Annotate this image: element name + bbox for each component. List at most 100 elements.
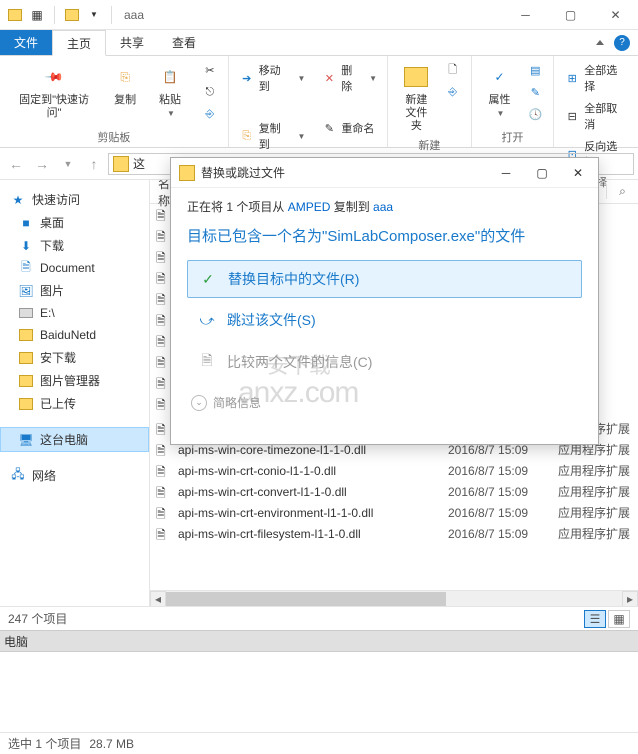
new-folder-button[interactable]: 新建 文件夹 — [394, 60, 439, 135]
dialog-maximize-button[interactable]: ▢ — [530, 166, 554, 180]
new-folder-icon — [401, 62, 431, 92]
title-bar: ▦ ▼ aaa ─ ▢ ✕ — [0, 0, 638, 30]
network-icon: 🖧 — [10, 468, 26, 484]
tab-home[interactable]: 主页 — [52, 30, 106, 56]
close-button[interactable]: ✕ — [593, 1, 638, 29]
copy-icon: ⎘ — [110, 62, 140, 92]
replace-option[interactable]: ✓ 替换目标中的文件(R) — [187, 260, 582, 298]
qat-dropdown-icon[interactable]: ▼ — [85, 6, 103, 24]
move-to-button[interactable]: ➔移动到▼ — [235, 60, 310, 96]
forward-button[interactable]: → — [30, 152, 54, 176]
window-title: aaa — [124, 8, 144, 22]
copy-button[interactable]: ⎘ 复制 — [104, 60, 146, 109]
dll-icon: 🗎 — [156, 526, 172, 542]
file-name: api-ms-win-crt-environment-l1-1-0.dll — [178, 506, 448, 520]
minimize-button[interactable]: ─ — [503, 1, 548, 29]
document-icon: 🗎 — [18, 260, 34, 276]
scroll-thumb[interactable] — [166, 592, 446, 606]
move-icon: ➔ — [239, 70, 255, 86]
ribbon-group-new: 新建 文件夹 🗋 ⎆ 新建 — [388, 56, 472, 147]
sidebar-item-anxz[interactable]: 安下载 — [0, 346, 149, 369]
select-all-icon: ⊞ — [564, 70, 580, 86]
skip-option[interactable]: ⤻ 跳过该文件(S) — [187, 302, 582, 338]
scroll-right-icon[interactable]: ▸ — [622, 591, 638, 606]
horizontal-scrollbar[interactable]: ◂ ▸ — [150, 590, 638, 606]
open-button[interactable]: ▤ — [523, 60, 547, 80]
select-none-icon: ⊟ — [564, 108, 580, 124]
compare-option[interactable]: 🗎 比较两个文件的信息(C) — [187, 342, 582, 382]
select-all-button[interactable]: ⊞全部选择 — [560, 60, 632, 96]
sidebar-item-desktop[interactable]: ■桌面 — [0, 211, 149, 234]
sidebar-quick-access[interactable]: ★快速访问 — [0, 188, 149, 211]
skip-icon: ⤻ — [197, 312, 217, 329]
sidebar-network[interactable]: 🖧网络 — [0, 464, 149, 487]
qat-properties-icon[interactable]: ▦ — [28, 6, 46, 24]
compare-icon: 🗎 — [197, 350, 217, 374]
paste-button[interactable]: 📋 粘贴▼ — [148, 60, 192, 122]
copy-to-button[interactable]: ⎘复制到▼ — [235, 118, 310, 154]
edit-button[interactable]: ✎ — [523, 82, 547, 102]
file-date: 2016/8/7 15:09 — [448, 464, 558, 478]
history-button[interactable]: 🕓 — [523, 104, 547, 124]
copy-to-icon: ⎘ — [239, 128, 255, 144]
recent-dropdown[interactable]: ▼ — [56, 152, 80, 176]
detail-toggle[interactable]: ⌄ 简略信息 — [187, 394, 582, 411]
pin-button[interactable]: 📌 固定到"快速访问" — [6, 60, 102, 122]
ribbon-group-organize: ➔移动到▼ ⎘复制到▼ ✕删除▼ ✎重命名 组织 — [229, 56, 388, 147]
file-name: api-ms-win-crt-filesystem-l1-1-0.dll — [178, 527, 448, 541]
sidebar-this-pc[interactable]: 🖥这台电脑 — [0, 427, 149, 452]
delete-icon: ✕ — [321, 70, 337, 86]
tab-view[interactable]: 查看 — [158, 30, 210, 55]
ribbon-group-open: ✓ 属性▼ ▤ ✎ 🕓 打开 — [472, 56, 555, 147]
up-button[interactable]: ↑ — [82, 152, 106, 176]
tab-file[interactable]: 文件 — [0, 30, 52, 55]
ribbon-tabs: 文件 主页 共享 查看 ? — [0, 30, 638, 56]
sidebar-item-baidu[interactable]: BaiduNetd — [0, 324, 149, 346]
file-row[interactable]: 🗎api-ms-win-crt-environment-l1-1-0.dll20… — [150, 502, 638, 523]
file-row[interactable]: 🗎api-ms-win-crt-filesystem-l1-1-0.dll201… — [150, 523, 638, 544]
icons-view-button[interactable]: ▦ — [608, 610, 630, 628]
sidebar: ★快速访问 ■桌面 ⬇下载 🗎Document 🖼图片 E:\ BaiduNet… — [0, 180, 150, 606]
section-header: 电脑 — [0, 630, 638, 652]
select-none-button[interactable]: ⊟全部取消 — [560, 98, 632, 134]
disk-icon — [18, 305, 34, 321]
clipboard-label: 剪贴板 — [6, 127, 222, 145]
sidebar-item-uploaded[interactable]: 已上传 — [0, 392, 149, 415]
sidebar-item-picmgr[interactable]: 图片管理器 — [0, 369, 149, 392]
qat-new-folder-icon[interactable] — [63, 6, 81, 24]
search-icon[interactable]: ⌕ — [606, 184, 638, 199]
star-icon: ★ — [10, 192, 26, 208]
dialog-close-button[interactable]: ✕ — [566, 166, 590, 180]
maximize-button[interactable]: ▢ — [548, 1, 593, 29]
status-bar: 247 个项目 ☰ ▦ — [0, 606, 638, 630]
pc-icon: 🖥 — [18, 432, 34, 448]
dialog-minimize-button[interactable]: ─ — [494, 166, 518, 180]
paste-shortcut-button[interactable]: ⎆ — [198, 104, 222, 124]
file-row[interactable]: 🗎api-ms-win-crt-conio-l1-1-0.dll2016/8/7… — [150, 460, 638, 481]
file-type: 应用程序扩展 — [558, 483, 630, 500]
details-view-button[interactable]: ☰ — [584, 610, 606, 628]
sidebar-item-pictures[interactable]: 🖼图片 — [0, 279, 149, 302]
help-icon[interactable]: ? — [614, 35, 630, 51]
collapse-ribbon-icon[interactable] — [596, 40, 604, 45]
sidebar-item-downloads[interactable]: ⬇下载 — [0, 234, 149, 257]
rename-button[interactable]: ✎重命名 — [317, 118, 381, 138]
scroll-left-icon[interactable]: ◂ — [150, 591, 166, 606]
rename-icon: ✎ — [321, 120, 337, 136]
properties-icon: ✓ — [485, 62, 515, 92]
sidebar-item-drive-e[interactable]: E:\ — [0, 302, 149, 324]
tab-share[interactable]: 共享 — [106, 30, 158, 55]
back-button[interactable]: ← — [4, 152, 28, 176]
dialog-dest-link[interactable]: aaa — [373, 200, 393, 214]
cut-button[interactable]: ✂ — [198, 60, 222, 80]
folder-icon — [18, 396, 34, 412]
file-row[interactable]: 🗎api-ms-win-crt-convert-l1-1-0.dll2016/8… — [150, 481, 638, 502]
easy-access-button[interactable]: ⎆ — [441, 82, 465, 102]
properties-button[interactable]: ✓ 属性▼ — [478, 60, 522, 122]
copy-path-button[interactable]: ⎋ — [198, 82, 222, 102]
sidebar-item-documents[interactable]: 🗎Document — [0, 257, 149, 279]
dialog-source-link[interactable]: AMPED — [288, 200, 331, 214]
delete-button[interactable]: ✕删除▼ — [317, 60, 381, 96]
open-label: 打开 — [478, 127, 548, 145]
new-item-button[interactable]: 🗋 — [441, 60, 465, 80]
